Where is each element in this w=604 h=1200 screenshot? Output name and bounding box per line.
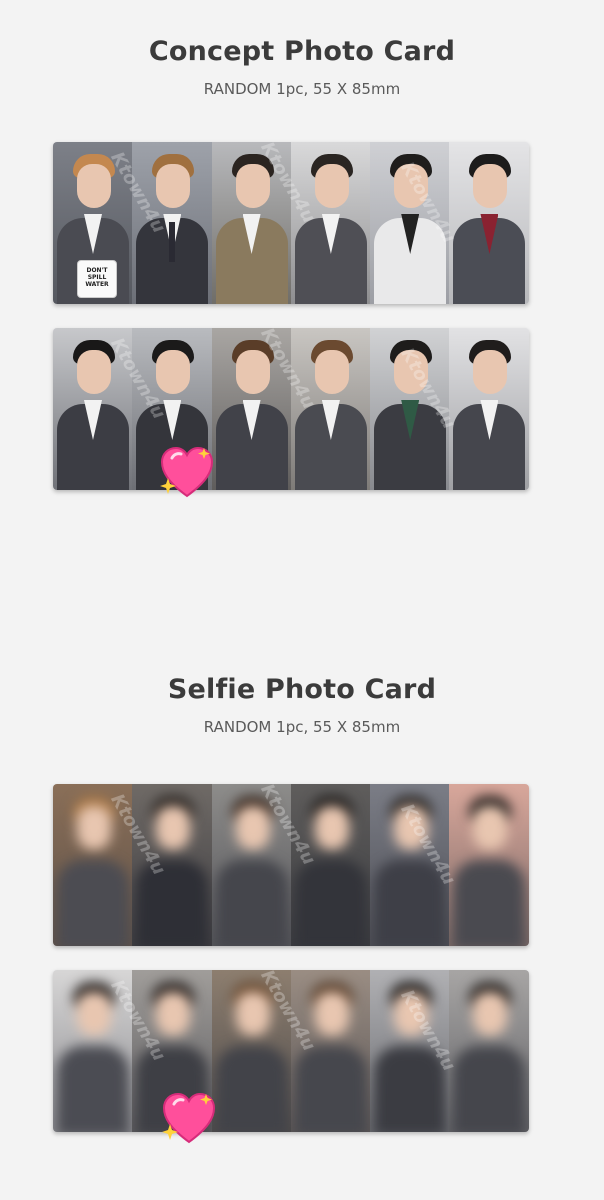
photo-card bbox=[370, 970, 450, 1132]
sparkling-heart-icon bbox=[162, 1092, 216, 1144]
photo-card bbox=[53, 970, 133, 1132]
photo-card bbox=[290, 328, 371, 490]
selfie-section-title: Selfie Photo Card bbox=[167, 674, 437, 705]
photo-card bbox=[211, 784, 291, 946]
selfie-photo-strip-2: Ktown4u Ktown4u Ktown4u bbox=[53, 970, 529, 1132]
sparkling-heart-icon bbox=[160, 446, 214, 498]
photo-card bbox=[290, 970, 371, 1132]
concept-section-subtitle: RANDOM 1pc, 55 X 85mm bbox=[203, 80, 401, 98]
photo-card bbox=[370, 142, 450, 304]
photo-card bbox=[449, 142, 529, 304]
photo-card bbox=[290, 142, 371, 304]
photo-card bbox=[449, 970, 529, 1132]
selfie-section-subtitle: RANDOM 1pc, 55 X 85mm bbox=[203, 718, 401, 736]
photo-card bbox=[449, 784, 529, 946]
photo-card bbox=[370, 328, 450, 490]
photo-card bbox=[449, 328, 529, 490]
selfie-photo-strip-1: Ktown4u Ktown4u Ktown4u bbox=[53, 784, 529, 946]
photo-card bbox=[132, 784, 212, 946]
photo-card bbox=[211, 142, 291, 304]
concept-section-title: Concept Photo Card bbox=[148, 36, 456, 67]
photo-card bbox=[211, 328, 291, 490]
photo-card bbox=[53, 784, 133, 946]
photo-card: DON'T SPILL WATER bbox=[53, 142, 133, 304]
concept-photo-strip-2: Ktown4u Ktown4u Ktown4u bbox=[53, 328, 529, 490]
photo-card bbox=[132, 142, 212, 304]
photo-card bbox=[53, 328, 133, 490]
photo-card bbox=[211, 970, 291, 1132]
photo-card bbox=[290, 784, 371, 946]
photo-card bbox=[370, 784, 450, 946]
mug: DON'T SPILL WATER bbox=[77, 260, 117, 298]
concept-photo-strip-1: DON'T SPILL WATER Ktown4u Ktown4u Ktown4… bbox=[53, 142, 529, 304]
